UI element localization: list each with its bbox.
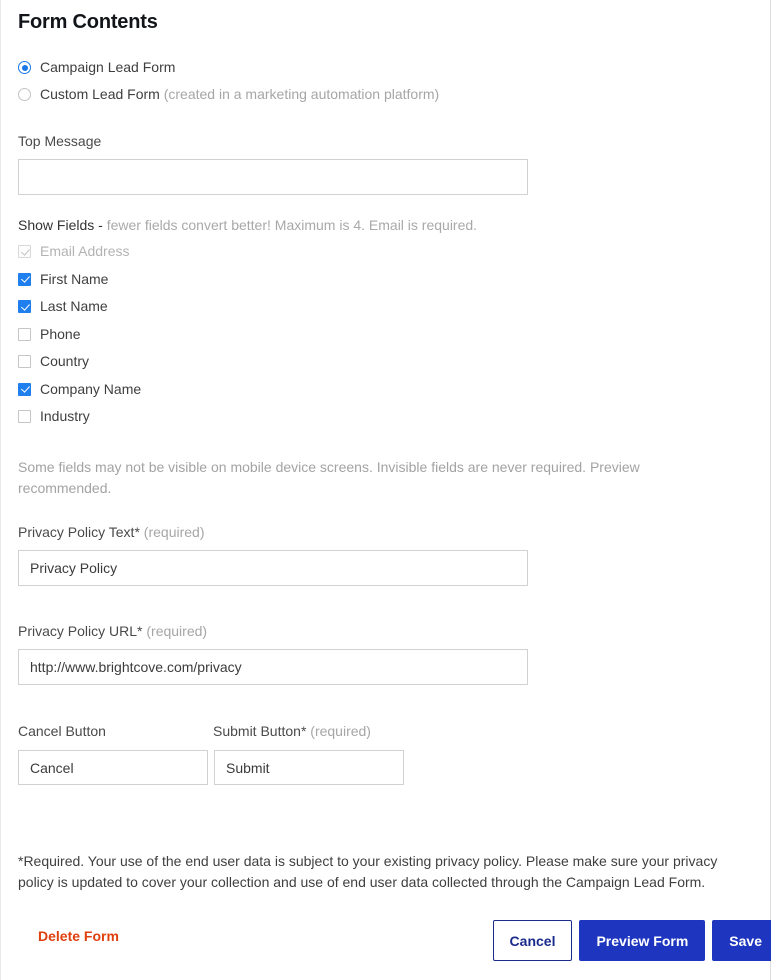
show-fields-hint: fewer fields convert better! Maximum is … bbox=[102, 217, 478, 233]
radio-option-custom-lead-form[interactable]: Custom Lead Form (created in a marketing… bbox=[18, 85, 439, 107]
preview-form-button[interactable]: Preview Form bbox=[579, 920, 706, 961]
checkbox-row-industry[interactable]: Industry bbox=[18, 407, 141, 435]
radio-icon-unselected bbox=[18, 88, 31, 101]
checkbox-label-last-name: Last Name bbox=[40, 298, 108, 314]
label-privacy-policy-url-main: Privacy Policy URL* bbox=[18, 623, 143, 639]
label-privacy-policy-url-required: (required) bbox=[146, 623, 208, 639]
privacy-policy-url-input[interactable] bbox=[18, 649, 528, 685]
radio-icon-selected bbox=[18, 61, 31, 74]
label-top-message: Top Message bbox=[18, 133, 102, 149]
checkbox-row-country[interactable]: Country bbox=[18, 352, 141, 380]
checkbox-row-first-name[interactable]: First Name bbox=[18, 270, 141, 298]
checkbox-row-last-name[interactable]: Last Name bbox=[18, 297, 141, 325]
checkbox-row-email-address: Email Address bbox=[18, 242, 141, 270]
checkbox-icon-checked bbox=[18, 300, 31, 313]
submit-button-text-input[interactable] bbox=[214, 750, 404, 785]
label-privacy-policy-url: Privacy Policy URL* (required) bbox=[18, 623, 207, 640]
checkbox-icon-unchecked bbox=[18, 355, 31, 368]
checkbox-row-company-name[interactable]: Company Name bbox=[18, 380, 141, 408]
show-fields-note: Some fields may not be visible on mobile… bbox=[18, 459, 640, 496]
cancel-button-text-input[interactable] bbox=[18, 750, 208, 785]
checkbox-label-company-name: Company Name bbox=[40, 380, 142, 397]
show-fields-checkbox-list: Email Address First Name Last Name Phone… bbox=[18, 242, 141, 435]
form-type-radio-group: Campaign Lead Form Custom Lead Form (cre… bbox=[18, 58, 439, 107]
checkbox-icon-checked bbox=[18, 382, 31, 396]
checkbox-label-first-name: First Name bbox=[40, 270, 109, 287]
checkbox-label-email-address: Email Address bbox=[40, 243, 130, 259]
checkbox-icon-checked-disabled bbox=[18, 245, 31, 258]
top-message-input[interactable] bbox=[18, 159, 528, 195]
label-privacy-policy-text-required: (required) bbox=[143, 524, 205, 540]
form-contents-panel: Form Contents Campaign Lead Form Custom … bbox=[0, 0, 771, 980]
radio-option-campaign-lead-form[interactable]: Campaign Lead Form bbox=[18, 58, 439, 80]
checkbox-icon-unchecked bbox=[18, 327, 31, 341]
label-submit-button-field: Submit Button* (required) bbox=[213, 723, 371, 740]
label-submit-button-main: Submit Button* bbox=[213, 723, 307, 739]
radio-sublabel-custom-lead-form: (created in a marketing automation platf… bbox=[163, 86, 440, 102]
required-disclaimer: *Required. Your use of the end user data… bbox=[18, 853, 718, 890]
label-submit-button-required: (required) bbox=[310, 723, 371, 739]
show-fields-heading: Show Fields - fewer fields convert bette… bbox=[18, 217, 477, 233]
radio-label-custom-lead-form-text: Custom Lead Form bbox=[40, 86, 160, 102]
save-button[interactable]: Save bbox=[712, 920, 771, 961]
label-cancel-button-field: Cancel Button bbox=[18, 723, 106, 739]
radio-label-custom-lead-form: Custom Lead Form (created in a marketing… bbox=[40, 85, 439, 104]
action-bar: Delete Form Cancel Preview Form Save bbox=[2, 912, 771, 968]
checkbox-label-industry: Industry bbox=[40, 408, 90, 424]
label-privacy-policy-text: Privacy Policy Text* (required) bbox=[18, 524, 205, 541]
show-fields-label: Show Fields - bbox=[18, 217, 103, 233]
label-privacy-policy-text-main: Privacy Policy Text* bbox=[18, 524, 140, 540]
radio-label-campaign-lead-form: Campaign Lead Form bbox=[40, 59, 176, 75]
checkbox-label-country: Country bbox=[40, 353, 90, 369]
checkbox-icon-unchecked bbox=[18, 410, 31, 423]
page-title: Form Contents bbox=[18, 11, 158, 33]
checkbox-icon-checked bbox=[18, 272, 31, 286]
delete-form-link[interactable]: Delete Form bbox=[38, 928, 119, 944]
privacy-policy-text-input[interactable] bbox=[18, 550, 528, 586]
checkbox-row-phone[interactable]: Phone bbox=[18, 325, 141, 353]
cancel-button[interactable]: Cancel bbox=[492, 920, 573, 961]
checkbox-label-phone: Phone bbox=[40, 325, 81, 342]
action-button-cluster: Cancel Preview Form Save bbox=[492, 920, 771, 961]
